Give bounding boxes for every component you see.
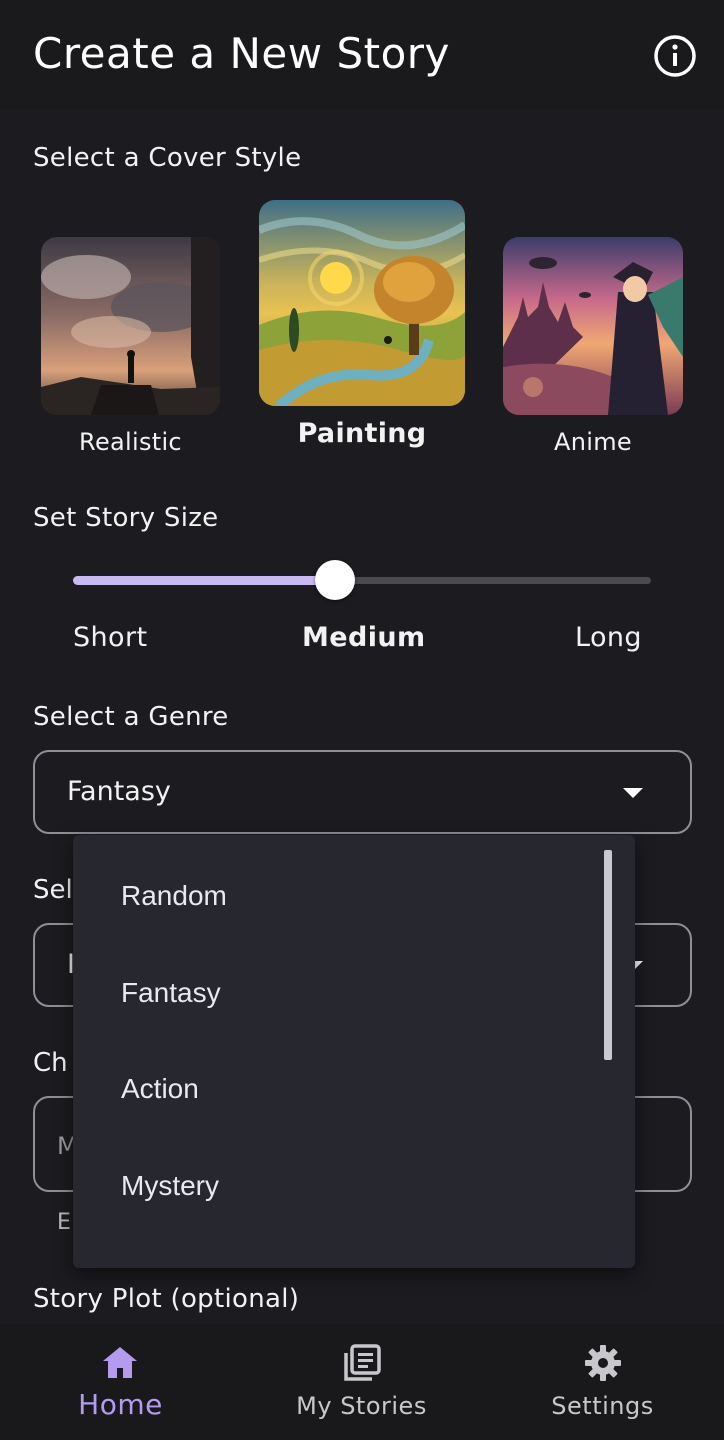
nav-home-label: Home — [78, 1388, 163, 1421]
menu-item-random[interactable]: Random — [73, 850, 593, 946]
story-size-label: Set Story Size — [33, 503, 219, 533]
cover-anime-image[interactable] — [503, 237, 683, 415]
size-option-medium[interactable]: Medium — [302, 622, 426, 653]
cover-painting-image[interactable] — [259, 200, 465, 406]
nav-home[interactable]: Home — [0, 1324, 241, 1440]
gear-icon — [584, 1344, 622, 1382]
chevron-down-icon — [623, 788, 643, 798]
genre-dropdown-value: Fantasy — [67, 776, 171, 807]
nav-settings[interactable]: Settings — [482, 1324, 723, 1440]
nav-my-stories[interactable]: My Stories — [241, 1324, 482, 1440]
menu-item-action[interactable]: Action — [73, 1043, 593, 1139]
bottom-nav: Home My Stories Settings — [0, 1324, 724, 1440]
menu-item-mystery[interactable]: Mystery — [73, 1140, 593, 1236]
cover-realistic-image[interactable] — [41, 237, 220, 415]
app-bar: Create a New Story — [0, 0, 724, 110]
menu-item-fantasy[interactable]: Fantasy — [73, 947, 593, 1043]
home-icon — [101, 1344, 139, 1382]
cover-style-label: Select a Cover Style — [33, 143, 302, 173]
cover-anime-label[interactable]: Anime — [503, 428, 683, 456]
field3-label-partial: Ch — [33, 1048, 68, 1078]
field2-label-partial: Sel — [33, 875, 73, 905]
genre-dropdown[interactable]: Fantasy — [33, 750, 692, 834]
cover-painting-label[interactable]: Painting — [259, 418, 465, 449]
field3-helper-partial: E — [57, 1210, 71, 1235]
genre-dropdown-menu: Random Fantasy Action Mystery — [73, 835, 635, 1268]
cover-realistic-label[interactable]: Realistic — [41, 428, 220, 456]
menu-scrollbar[interactable] — [604, 850, 612, 1060]
size-option-long[interactable]: Long — [575, 622, 642, 653]
story-plot-label: Story Plot (optional) — [33, 1284, 300, 1314]
library-icon — [343, 1344, 381, 1382]
story-size-slider-thumb[interactable] — [315, 560, 355, 600]
size-option-short[interactable]: Short — [73, 622, 147, 653]
genre-label: Select a Genre — [33, 702, 229, 732]
info-icon[interactable] — [652, 33, 698, 79]
page-title: Create a New Story — [33, 29, 450, 78]
nav-my-stories-label: My Stories — [296, 1392, 427, 1420]
nav-settings-label: Settings — [551, 1392, 654, 1420]
story-size-slider-fill — [73, 576, 335, 585]
